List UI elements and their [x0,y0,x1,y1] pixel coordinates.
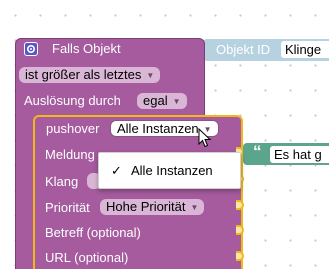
field-priority-label: Priorität [45,200,90,215]
mouse-cursor-icon [198,128,212,148]
object-id-block[interactable]: Objekt ID Klinge [203,39,329,61]
checkmark-icon: ✓ [111,163,122,178]
if-block-title: Falls Objekt [52,41,121,56]
object-id-value-field[interactable]: Klinge [281,41,329,58]
field-url-label: URL (optional) [45,250,129,265]
text-block[interactable]: “ Es hat g [243,143,329,165]
chevron-down-icon: ▼ [190,202,199,212]
instance-dropdown-menu: ✓ Alle Instanzen [98,152,241,189]
field-subject-label: Betreff (optional) [45,225,141,240]
menu-item-alle-instanzen[interactable]: ✓ Alle Instanzen [99,153,240,188]
condition-dropdown-value: ist größer als letztes [25,67,142,82]
trigger-dropdown[interactable]: egal ▼ [137,93,187,109]
pushover-title: pushover [46,121,100,136]
menu-item-label: Alle Instanzen [131,163,213,178]
condition-dropdown[interactable]: ist größer als letztes ▼ [19,67,161,83]
quote-icon: “ [253,142,262,161]
trigger-dropdown-value: egal [143,93,168,108]
instance-dropdown-value: Alle Instanzen [117,121,199,136]
text-value-field[interactable]: Es hat g [270,146,329,163]
chevron-down-icon: ▼ [172,96,181,106]
trigger-label: Auslösung durch [24,93,121,108]
gear-icon[interactable] [24,42,38,56]
object-id-label: Objekt ID [216,42,271,57]
priority-dropdown[interactable]: Hohe Priorität ▼ [100,199,205,215]
field-message-label: Meldung [45,147,95,162]
field-sound-label: Klang [45,174,79,189]
chevron-down-icon: ▼ [146,70,155,80]
priority-dropdown-value: Hohe Priorität [106,199,186,214]
